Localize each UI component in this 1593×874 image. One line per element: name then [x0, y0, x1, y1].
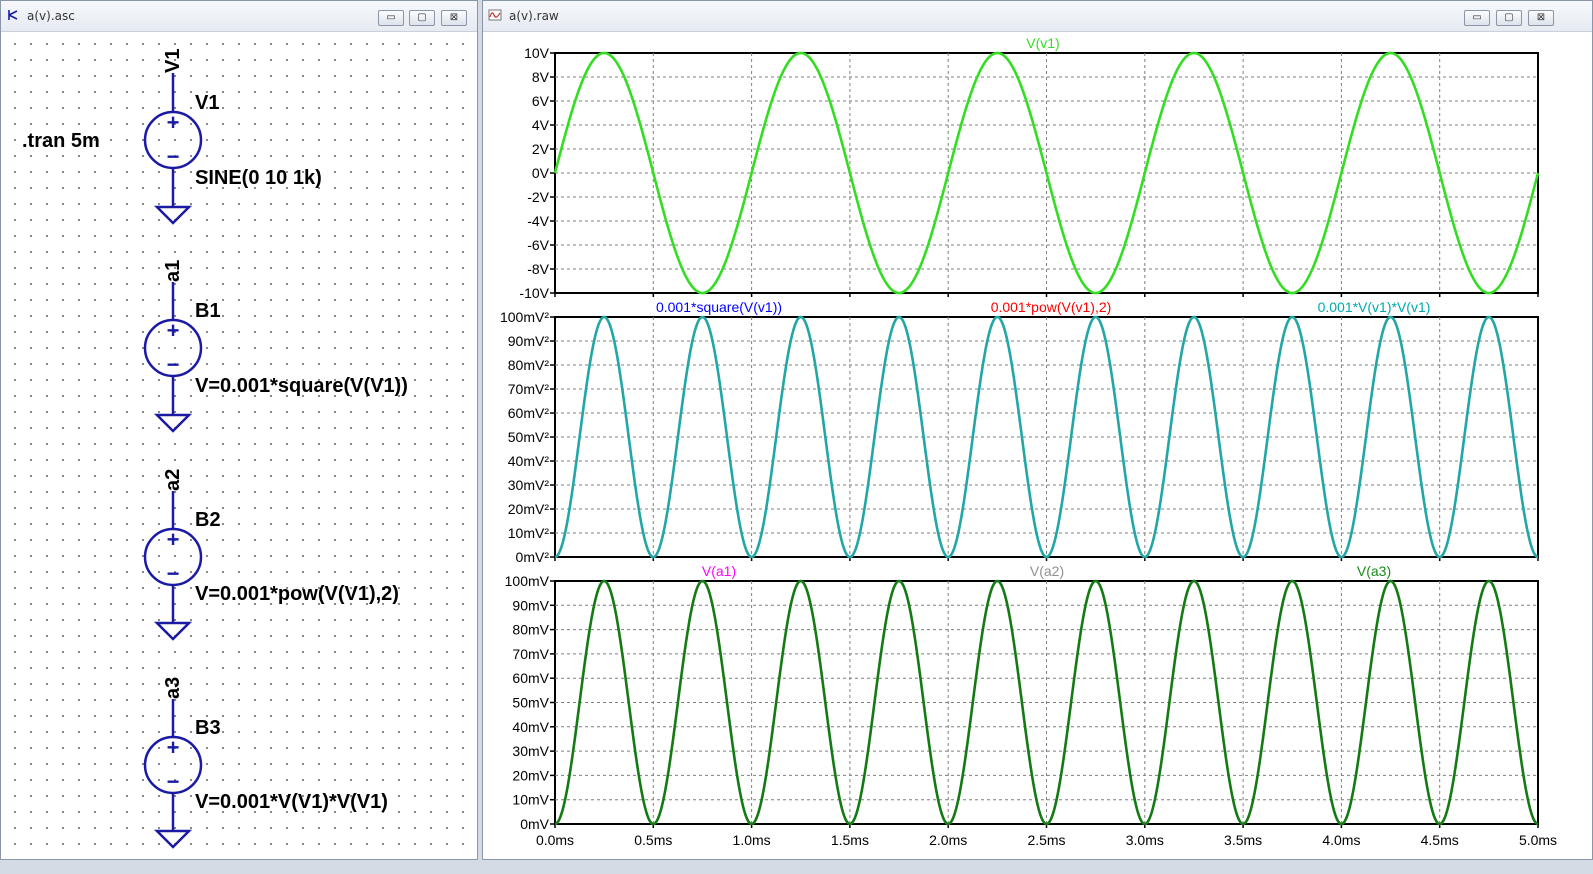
y-tick-label: 50mV² [508, 429, 550, 445]
plus-icon: + [167, 527, 180, 552]
source-b2-name[interactable]: B2 [195, 509, 221, 532]
waveform-icon [488, 9, 502, 21]
x-tick-label: 3.0ms [1126, 832, 1164, 848]
ground-icon [153, 621, 193, 641]
x-tick-label: 3.5ms [1224, 832, 1262, 848]
trace-label: V(a3) [1357, 563, 1391, 579]
y-tick-label: 10mV² [508, 525, 550, 541]
ground-icon [153, 205, 193, 225]
trace-label: V(v1) [1026, 35, 1059, 51]
y-tick-label: 40mV² [508, 453, 550, 469]
y-tick-label: 10V [524, 45, 550, 61]
plus-icon: + [167, 318, 180, 343]
tran-directive[interactable]: .tran 5m [22, 130, 100, 153]
x-tick-label: 1.5ms [831, 832, 869, 848]
waveform-window[interactable]: a(v).raw ▭ ▢ ⊠ 10V 8V 6V 4V 2V 0V -2V -4V -6V -8V… [482, 0, 1593, 860]
trace-label: V(a1) [702, 563, 736, 579]
minus-icon: − [167, 769, 180, 794]
x-tick-label: 0.5ms [634, 832, 672, 848]
y-tick-label: 0mV² [516, 549, 550, 565]
trace-label: 0.001*square(V(v1)) [656, 299, 782, 315]
y-tick-label: 40mV [512, 719, 549, 735]
x-tick-label: 1.0ms [733, 832, 771, 848]
y-tick-label: -4V [527, 213, 549, 229]
y-tick-label: 60mV [512, 670, 549, 686]
source-b1-name[interactable]: B1 [195, 300, 221, 323]
plus-icon: + [167, 735, 180, 760]
minus-icon: − [167, 144, 180, 169]
maximize-button[interactable]: ▢ [1496, 10, 1522, 26]
y-tick-label: 30mV [512, 743, 549, 759]
y-tick-label: 100mV [505, 573, 550, 589]
schematic-window[interactable]: a(v).asc ▭ ▢ ⊠ + − + − + − + − .tran 5m … [0, 0, 478, 860]
y-tick-label: 80mV² [508, 357, 550, 373]
net-label-a1[interactable]: a1 [162, 260, 185, 282]
y-tick-label: 6V [532, 93, 550, 109]
minimize-button[interactable]: ▭ [1464, 10, 1490, 26]
y-tick-label: -2V [527, 189, 549, 205]
plus-icon: + [167, 110, 180, 135]
x-tick-label: 5.0ms [1519, 832, 1557, 848]
y-tick-label: 100mV² [500, 309, 549, 325]
y-tick-label: 60mV² [508, 405, 550, 421]
y-tick-label: 8V [532, 69, 550, 85]
waveform-titlebar[interactable]: a(v).raw ▭ ▢ ⊠ [483, 1, 1592, 32]
y-tick-label: 30mV² [508, 477, 550, 493]
minus-icon: − [167, 561, 180, 586]
y-tick-label: 90mV [512, 597, 549, 613]
net-label-v1[interactable]: V1 [162, 49, 185, 73]
net-label-a3[interactable]: a3 [162, 677, 185, 699]
y-tick-label: 80mV [512, 622, 549, 638]
ground-icon [153, 829, 193, 849]
y-tick-label: 10mV [512, 792, 549, 808]
trace-label: 0.001*V(v1)*V(v1) [1318, 299, 1431, 315]
waveform-title: a(v).raw [509, 9, 559, 23]
minus-icon: − [167, 352, 180, 377]
y-tick-label: -8V [527, 261, 549, 277]
source-b3-value[interactable]: V=0.001*V(V1)*V(V1) [195, 791, 388, 814]
y-tick-label: -6V [527, 237, 549, 253]
y-tick-label: 2V [532, 141, 550, 157]
y-tick-label: 90mV² [508, 333, 550, 349]
net-label-a2[interactable]: a2 [162, 469, 185, 491]
x-tick-label: 2.5ms [1027, 832, 1065, 848]
y-tick-label: 50mV [512, 695, 549, 711]
source-v1-name[interactable]: V1 [195, 92, 219, 115]
ground-icon [153, 413, 193, 433]
y-tick-label: 70mV [512, 646, 549, 662]
close-button[interactable]: ⊠ [1528, 10, 1554, 26]
y-tick-label: -10V [519, 285, 549, 301]
y-tick-label: 0V [532, 165, 550, 181]
y-tick-label: 4V [532, 117, 550, 133]
y-tick-label: 70mV² [508, 381, 550, 397]
y-tick-label: 20mV [512, 767, 549, 783]
source-v1-value[interactable]: SINE(0 10 1k) [195, 167, 322, 190]
trace-label: V(a2) [1030, 563, 1064, 579]
source-b3-name[interactable]: B3 [195, 717, 221, 740]
x-tick-label: 2.0ms [929, 832, 967, 848]
x-tick-label: 4.0ms [1322, 832, 1360, 848]
source-b1-value[interactable]: V=0.001*square(V(V1)) [195, 375, 408, 398]
waveform-plots[interactable]: 10V 8V 6V 4V 2V 0V -2V -4V -6V -8V -10V V(v1) 100mV²… [483, 32, 1592, 859]
trace-label: 0.001*pow(V(v1),2) [991, 299, 1112, 315]
y-tick-label: 0mV [520, 816, 549, 832]
x-tick-label: 0.0ms [536, 832, 574, 848]
source-b2-value[interactable]: V=0.001*pow(V(V1),2) [195, 583, 399, 606]
y-tick-label: 20mV² [508, 501, 550, 517]
x-tick-label: 4.5ms [1421, 832, 1459, 848]
